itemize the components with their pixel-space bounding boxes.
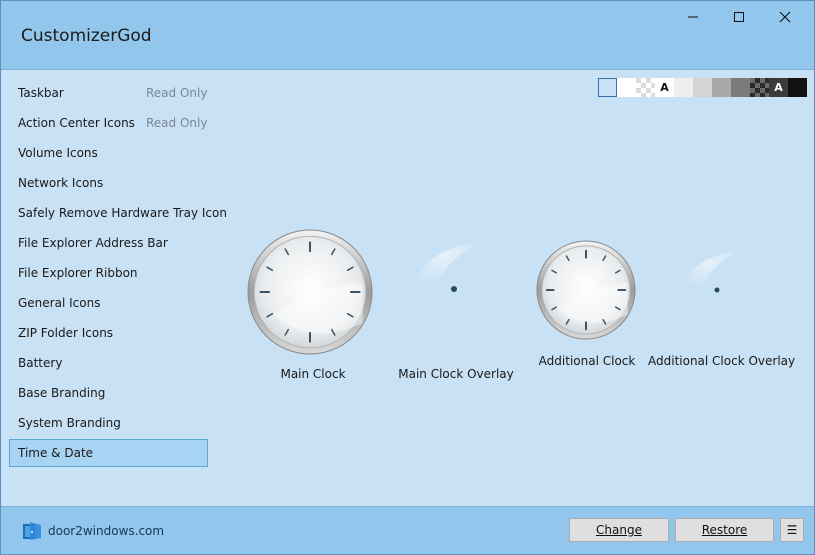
sidebar-item-label: Volume Icons	[18, 146, 98, 160]
door2windows-logo-icon	[23, 522, 41, 540]
sidebar-item-label: System Branding	[18, 416, 121, 430]
restore-button-label: Restore	[701, 523, 748, 537]
sidebar-item-system-branding[interactable]: System Branding	[9, 409, 208, 437]
sidebar-item-label: Base Branding	[18, 386, 106, 400]
footer-bar: door2windows.com Change Restore ☰	[1, 506, 814, 554]
clock-face-icon	[247, 229, 373, 355]
additional-clock-label: Additional Clock	[538, 354, 636, 368]
sidebar-item-label: Action Center Icons	[18, 116, 135, 130]
additional-clock-overlay-label: Additional Clock Overlay	[648, 354, 796, 368]
sidebar-item-explorer-ribbon[interactable]: File Explorer Ribbon	[9, 259, 208, 287]
brand-link[interactable]: door2windows.com	[22, 521, 164, 541]
hamburger-menu-icon: ☰	[786, 523, 798, 537]
sidebar-item-label: General Icons	[18, 296, 101, 310]
sidebar-item-battery[interactable]: Battery	[9, 349, 208, 377]
main-clock-preview[interactable]	[246, 228, 374, 356]
swatch-dark-gray[interactable]	[731, 78, 750, 97]
sidebar-item-taskbar[interactable]: Taskbar Read Only	[9, 79, 208, 107]
read-only-note: Read Only	[146, 116, 208, 130]
main-clock-label: Main Clock	[280, 367, 346, 381]
sidebar-item-time-date[interactable]: Time & Date	[9, 439, 208, 467]
close-button[interactable]	[762, 3, 808, 31]
sidebar-item-base-branding[interactable]: Base Branding	[9, 379, 208, 407]
brand-text: door2windows.com	[48, 524, 165, 538]
swatch-gray[interactable]	[712, 78, 731, 97]
swatch-white-text[interactable]: A	[655, 78, 674, 97]
sidebar-item-label: Battery	[18, 356, 63, 370]
sidebar-item-label: File Explorer Ribbon	[18, 266, 138, 280]
sidebar-item-label: Safely Remove Hardware Tray Icon	[18, 206, 227, 220]
app-title: CustomizerGod	[21, 26, 152, 46]
clock-face-icon	[536, 240, 636, 340]
sidebar-item-label: Network Icons	[18, 176, 104, 190]
swatch-glyph: A	[660, 81, 669, 94]
sidebar-item-zip-folder-icons[interactable]: ZIP Folder Icons	[9, 319, 208, 347]
maximize-icon	[734, 12, 744, 22]
sidebar-item-volume-icons[interactable]: Volume Icons	[9, 139, 208, 167]
change-button-label: Change	[596, 523, 642, 537]
app-window: CustomizerGod Taskbar Read Only Action C…	[0, 0, 815, 555]
background-swatch-picker: AA	[598, 78, 807, 97]
sidebar-item-general-icons[interactable]: General Icons	[9, 289, 208, 317]
swatch-dark-checker[interactable]	[750, 78, 769, 97]
sidebar-item-action-center-icons[interactable]: Action Center Icons Read Only	[9, 109, 208, 137]
change-button[interactable]: Change	[569, 518, 669, 542]
read-only-note: Read Only	[146, 86, 208, 100]
clock-overlay-icon	[409, 242, 481, 296]
sidebar-item-network-icons[interactable]: Network Icons	[9, 169, 208, 197]
close-icon	[779, 11, 791, 23]
sidebar-item-label: ZIP Folder Icons	[18, 326, 114, 340]
swatch-checker[interactable]	[636, 78, 655, 97]
sidebar-item-safely-remove-hardware[interactable]: Safely Remove Hardware Tray Icon	[9, 199, 227, 227]
sidebar-item-label: Time & Date	[18, 446, 94, 460]
main-clock-overlay-label: Main Clock Overlay	[398, 367, 514, 381]
main-clock-overlay-preview[interactable]	[401, 236, 511, 346]
swatch-light-gray[interactable]	[693, 78, 712, 97]
swatch-light-blue[interactable]	[598, 78, 617, 97]
swatch-very-light-gray[interactable]	[674, 78, 693, 97]
menu-button[interactable]: ☰	[780, 518, 804, 542]
minimize-button[interactable]	[670, 3, 716, 31]
sidebar-item-label: File Explorer Address Bar	[18, 236, 168, 250]
swatch-white[interactable]	[617, 78, 636, 97]
sidebar-item-explorer-address-bar[interactable]: File Explorer Address Bar	[9, 229, 208, 257]
restore-button[interactable]: Restore	[675, 518, 774, 542]
swatch-dark-text[interactable]: A	[769, 78, 788, 97]
clock-overlay-icon	[679, 251, 739, 296]
title-bar[interactable]: CustomizerGod	[1, 1, 814, 70]
swatch-black[interactable]	[788, 78, 807, 97]
additional-clock-preview[interactable]	[535, 239, 637, 341]
minimize-icon	[688, 16, 698, 18]
swatch-glyph: A	[774, 81, 783, 94]
sidebar-item-label: Taskbar	[18, 86, 64, 100]
additional-clock-overlay-preview[interactable]	[673, 246, 763, 336]
maximize-button[interactable]	[716, 3, 762, 31]
